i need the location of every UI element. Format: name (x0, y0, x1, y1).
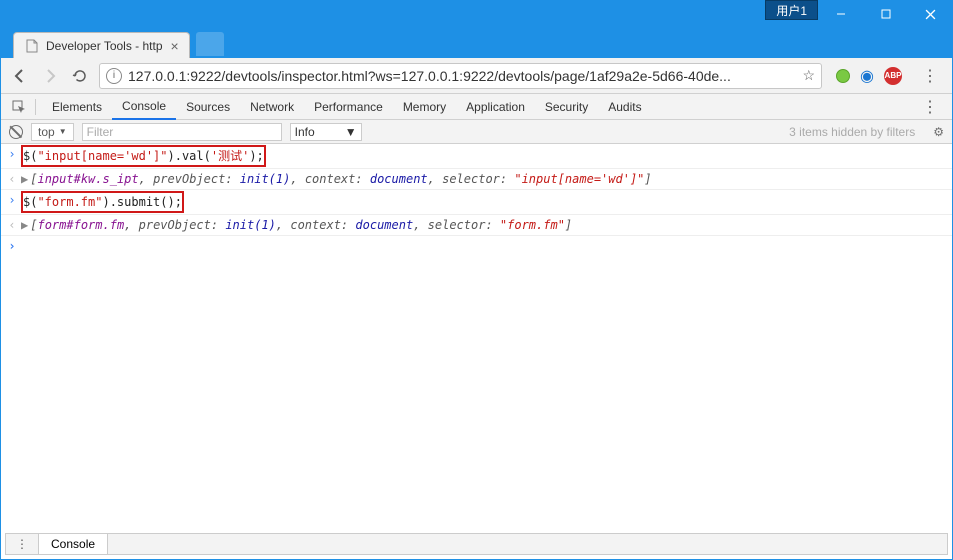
close-icon[interactable]: × (171, 38, 179, 54)
devtools-tab-performance[interactable]: Performance (304, 94, 393, 120)
chevron-down-icon: ▼ (59, 127, 67, 136)
console-line-content[interactable]: $("form.fm").submit(); (21, 191, 946, 213)
filter-input[interactable]: Filter (82, 123, 282, 141)
site-info-icon[interactable]: i (106, 68, 122, 84)
prompt-icon: › (3, 191, 21, 209)
minimize-button[interactable] (818, 0, 863, 28)
console-input-line: ›$("form.fm").submit(); (1, 190, 952, 215)
browser-tabstrip: Developer Tools - http × (1, 28, 952, 58)
devtools-tab-memory[interactable]: Memory (393, 94, 456, 120)
back-button[interactable] (9, 65, 31, 87)
highlighted-command: $("form.fm").submit(); (21, 191, 184, 213)
console-input-line: ›$("input[name='wd']").val('测试'); (1, 144, 952, 169)
hidden-items-text: 3 items hidden by filters (789, 125, 915, 139)
close-button[interactable] (908, 0, 953, 28)
window-titlebar: 用户1 (0, 0, 953, 28)
gear-icon[interactable]: ⚙ (933, 125, 944, 139)
devtools-tab-network[interactable]: Network (240, 94, 304, 120)
separator (35, 99, 36, 115)
log-level-selector[interactable]: Info ▼ (290, 123, 362, 141)
console-line-content[interactable]: $("input[name='wd']").val('测试'); (21, 145, 946, 167)
file-icon (24, 38, 40, 54)
expand-triangle-icon[interactable]: ▶ (21, 216, 28, 234)
forward-button[interactable] (39, 65, 61, 87)
chevron-down-icon: ▼ (345, 125, 357, 139)
log-level-label: Info (295, 125, 315, 139)
prompt-icon: › (3, 237, 21, 255)
highlighted-command: $("input[name='wd']").val('测试'); (21, 145, 266, 167)
new-tab-button[interactable] (196, 32, 224, 56)
drawer-tab-console[interactable]: Console (39, 534, 108, 554)
devtools-tab-console[interactable]: Console (112, 94, 176, 120)
result-icon: ‹ (3, 170, 21, 188)
user-badge[interactable]: 用户1 (765, 0, 818, 20)
expand-triangle-icon[interactable]: ▶ (21, 170, 28, 188)
console-prompt[interactable]: › (1, 236, 952, 256)
extension-abp-icon[interactable]: ABP (884, 67, 902, 85)
inspect-element-icon[interactable] (9, 100, 29, 114)
browser-tab[interactable]: Developer Tools - http × (13, 32, 190, 58)
devtools-tab-sources[interactable]: Sources (176, 94, 240, 120)
result-icon: ‹ (3, 216, 21, 234)
address-bar[interactable]: i 127.0.0.1:9222/devtools/inspector.html… (99, 63, 822, 89)
console-toolbar: top ▼ Filter Info ▼ 3 items hidden by fi… (1, 120, 952, 144)
prompt-icon: › (3, 145, 21, 163)
devtools-tab-security[interactable]: Security (535, 94, 598, 120)
devtools-tab-elements[interactable]: Elements (42, 94, 112, 120)
maximize-button[interactable] (863, 0, 908, 28)
console-output: ›$("input[name='wd']").val('测试');‹▶[inpu… (1, 144, 952, 256)
devtools-tab-application[interactable]: Application (456, 94, 535, 120)
tab-title: Developer Tools - http (46, 39, 163, 53)
devtools-tabbar: ElementsConsoleSourcesNetworkPerformance… (1, 94, 952, 120)
bookmark-star-icon[interactable]: ☆ (802, 67, 815, 84)
window-frame: Developer Tools - http × i 127.0.0.1:922… (0, 28, 953, 560)
reload-button[interactable] (69, 65, 91, 87)
devtools-tab-audits[interactable]: Audits (598, 94, 651, 120)
url-text: 127.0.0.1:9222/devtools/inspector.html?w… (128, 68, 796, 84)
drawer-menu-button[interactable]: ⋮ (6, 534, 39, 554)
extension-green-dot-icon[interactable] (836, 69, 850, 83)
extension-eye-icon[interactable]: ◉ (860, 66, 874, 86)
toolbar: i 127.0.0.1:9222/devtools/inspector.html… (1, 58, 952, 94)
console-output-line: ‹▶[input#kw.s_ipt, prevObject: init(1), … (1, 169, 952, 190)
context-selector[interactable]: top ▼ (31, 123, 74, 141)
console-output-line: ‹▶[form#form.fm, prevObject: init(1), co… (1, 215, 952, 236)
extension-icons: ◉ ABP (830, 66, 908, 86)
devtools-menu-button[interactable]: ⋮ (916, 97, 944, 117)
filter-placeholder: Filter (87, 125, 114, 139)
clear-console-icon[interactable] (9, 125, 23, 139)
browser-menu-button[interactable]: ⋮ (916, 66, 944, 86)
context-label: top (38, 125, 55, 139)
devtools-drawer-bar: ⋮ Console (5, 533, 948, 555)
console-line-content[interactable]: ▶[form#form.fm, prevObject: init(1), con… (21, 216, 946, 234)
console-line-content[interactable]: ▶[input#kw.s_ipt, prevObject: init(1), c… (21, 170, 946, 188)
